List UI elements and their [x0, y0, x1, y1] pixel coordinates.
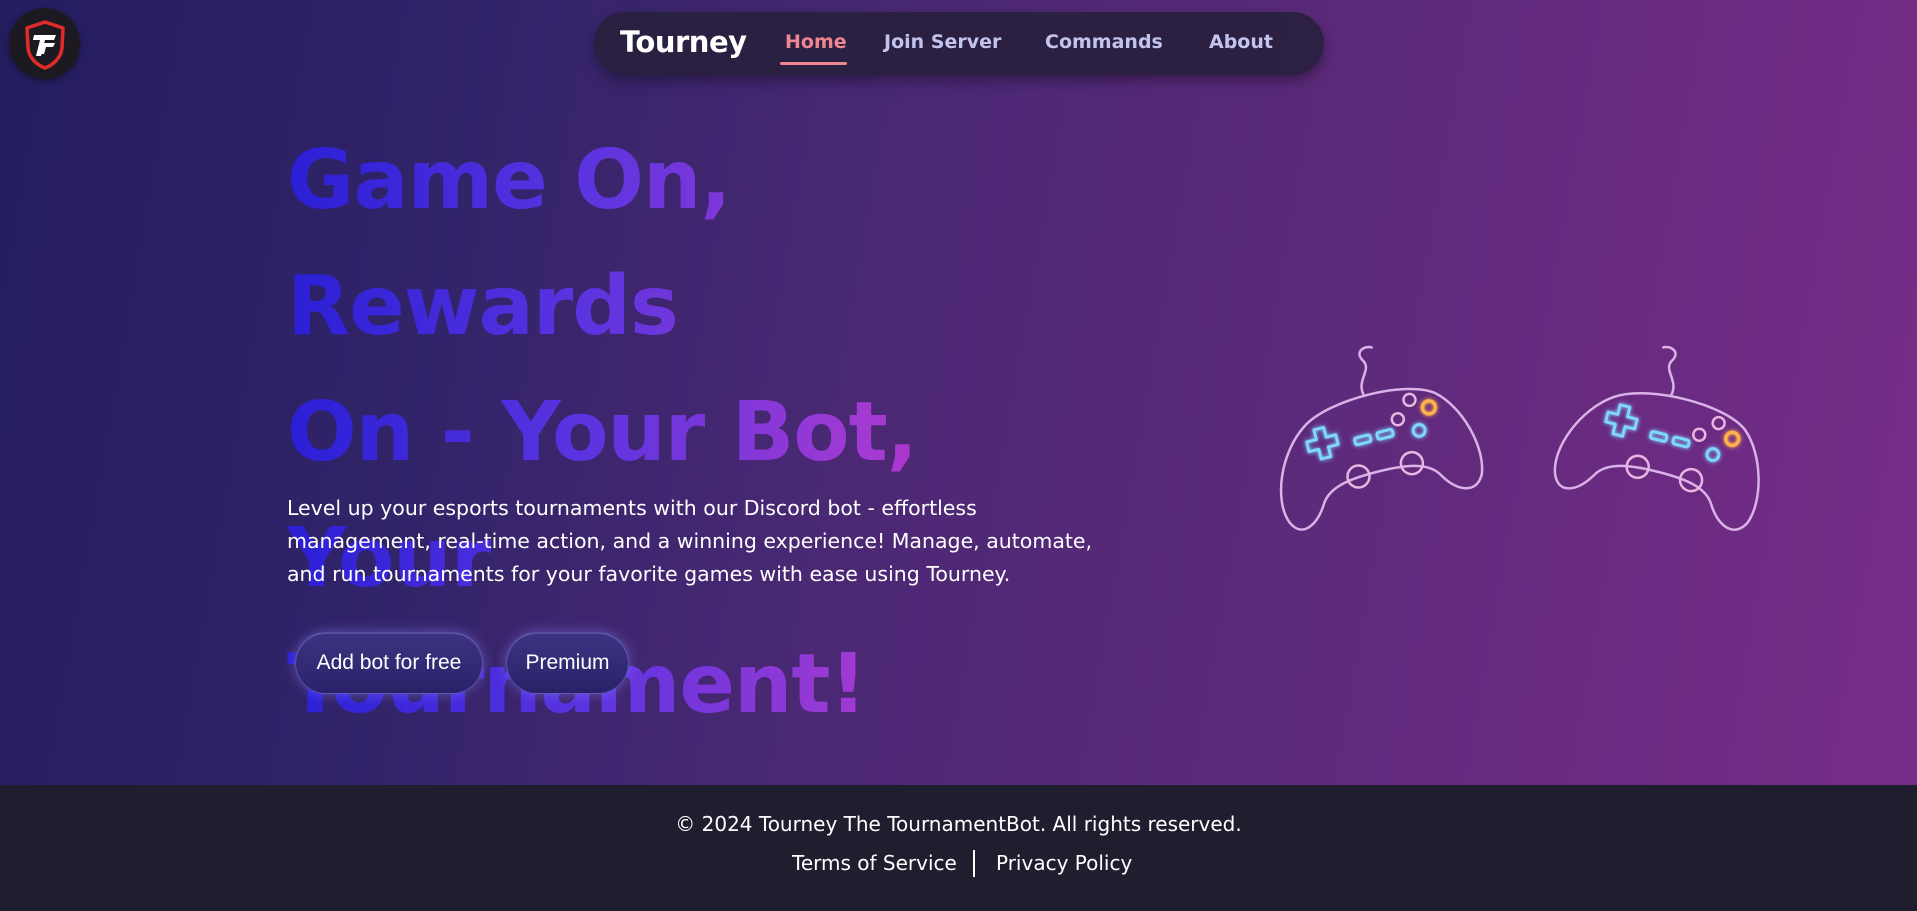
gamepad-icon: [1279, 345, 1484, 531]
brand-name[interactable]: Tourney: [620, 25, 747, 59]
nav-item-home[interactable]: Home: [785, 31, 847, 53]
nav-item-join-server[interactable]: Join Server: [884, 31, 1001, 53]
premium-button[interactable]: Premium: [506, 632, 629, 694]
tourney-logo[interactable]: [9, 8, 80, 79]
footer-copyright: © 2024 Tourney The TournamentBot. All ri…: [675, 812, 1242, 836]
gamepad-icon: [1553, 345, 1760, 531]
hero-section: Tourney Home Join Server Commands About …: [0, 0, 1917, 785]
privacy-policy-link[interactable]: Privacy Policy: [996, 851, 1132, 875]
nav-item-commands[interactable]: Commands: [1045, 31, 1163, 53]
nav-item-about[interactable]: About: [1209, 31, 1273, 53]
footer-divider: [973, 850, 975, 877]
hero-description: Level up your esports tournaments with o…: [287, 496, 1093, 586]
gamepad-illustration: [1279, 345, 1760, 531]
terms-of-service-link[interactable]: Terms of Service: [792, 851, 957, 875]
active-nav-underline: [780, 62, 847, 65]
footer: [0, 785, 1917, 911]
navbar: Tourney Home Join Server Commands About: [594, 12, 1324, 75]
headline-line-1: Game On, Rewards: [287, 133, 731, 354]
add-bot-button[interactable]: Add bot for free: [295, 632, 483, 694]
shield-logo-icon: [24, 19, 65, 70]
